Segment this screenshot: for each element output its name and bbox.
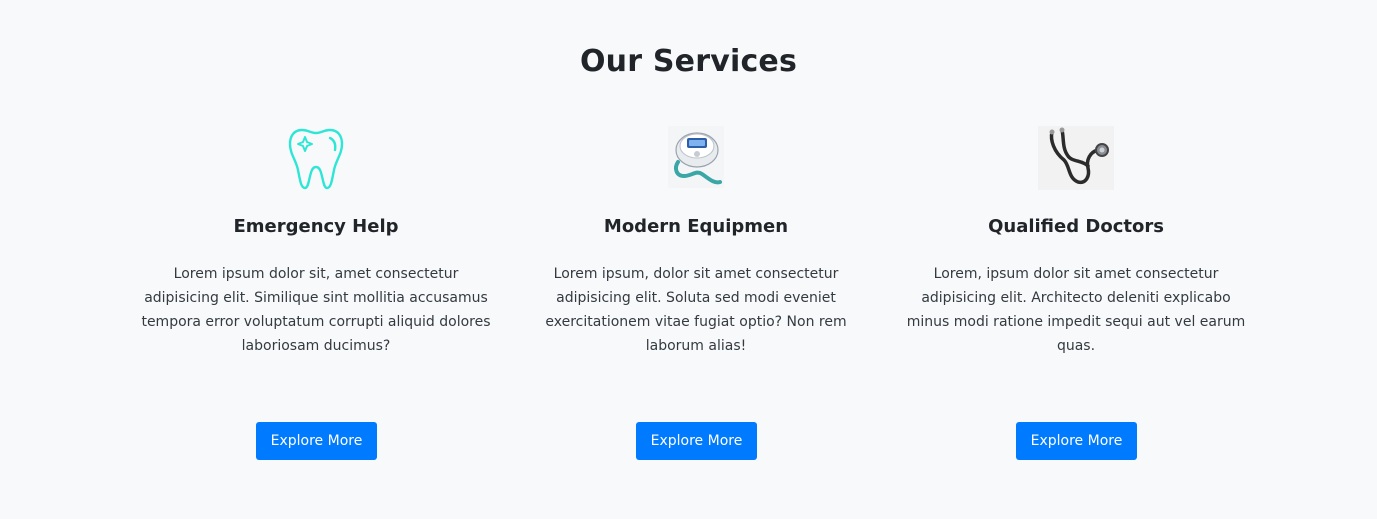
stethoscope-icon (1038, 126, 1114, 190)
tooth-icon (288, 128, 344, 190)
section-title: Our Services (579, 44, 798, 79)
service-title: Qualified Doctors (988, 216, 1164, 237)
service-card-emergency-help: Emergency Help Lorem ipsum dolor sit, am… (126, 126, 506, 466)
service-description: Lorem ipsum, dolor sit amet consectetur … (545, 266, 847, 354)
service-description: Lorem ipsum dolor sit, amet consectetur … (141, 266, 491, 354)
service-description: Lorem, ipsum dolor sit amet consectetur … (906, 266, 1246, 354)
explore-more-button[interactable]: Explore More (636, 422, 757, 460)
medical-device-icon (668, 126, 724, 188)
service-title: Emergency Help (233, 216, 399, 237)
services-section: Our Services Emergency Help Lorem ipsum … (0, 0, 1377, 519)
service-title: Modern Equipmen (603, 216, 789, 237)
explore-more-button[interactable]: Explore More (1016, 422, 1137, 460)
explore-more-button[interactable]: Explore More (256, 422, 377, 460)
service-card-modern-equipment: Modern Equipmen Lorem ipsum, dolor sit a… (506, 126, 886, 466)
service-card-qualified-doctors: Qualified Doctors Lorem, ipsum dolor sit… (886, 126, 1266, 466)
